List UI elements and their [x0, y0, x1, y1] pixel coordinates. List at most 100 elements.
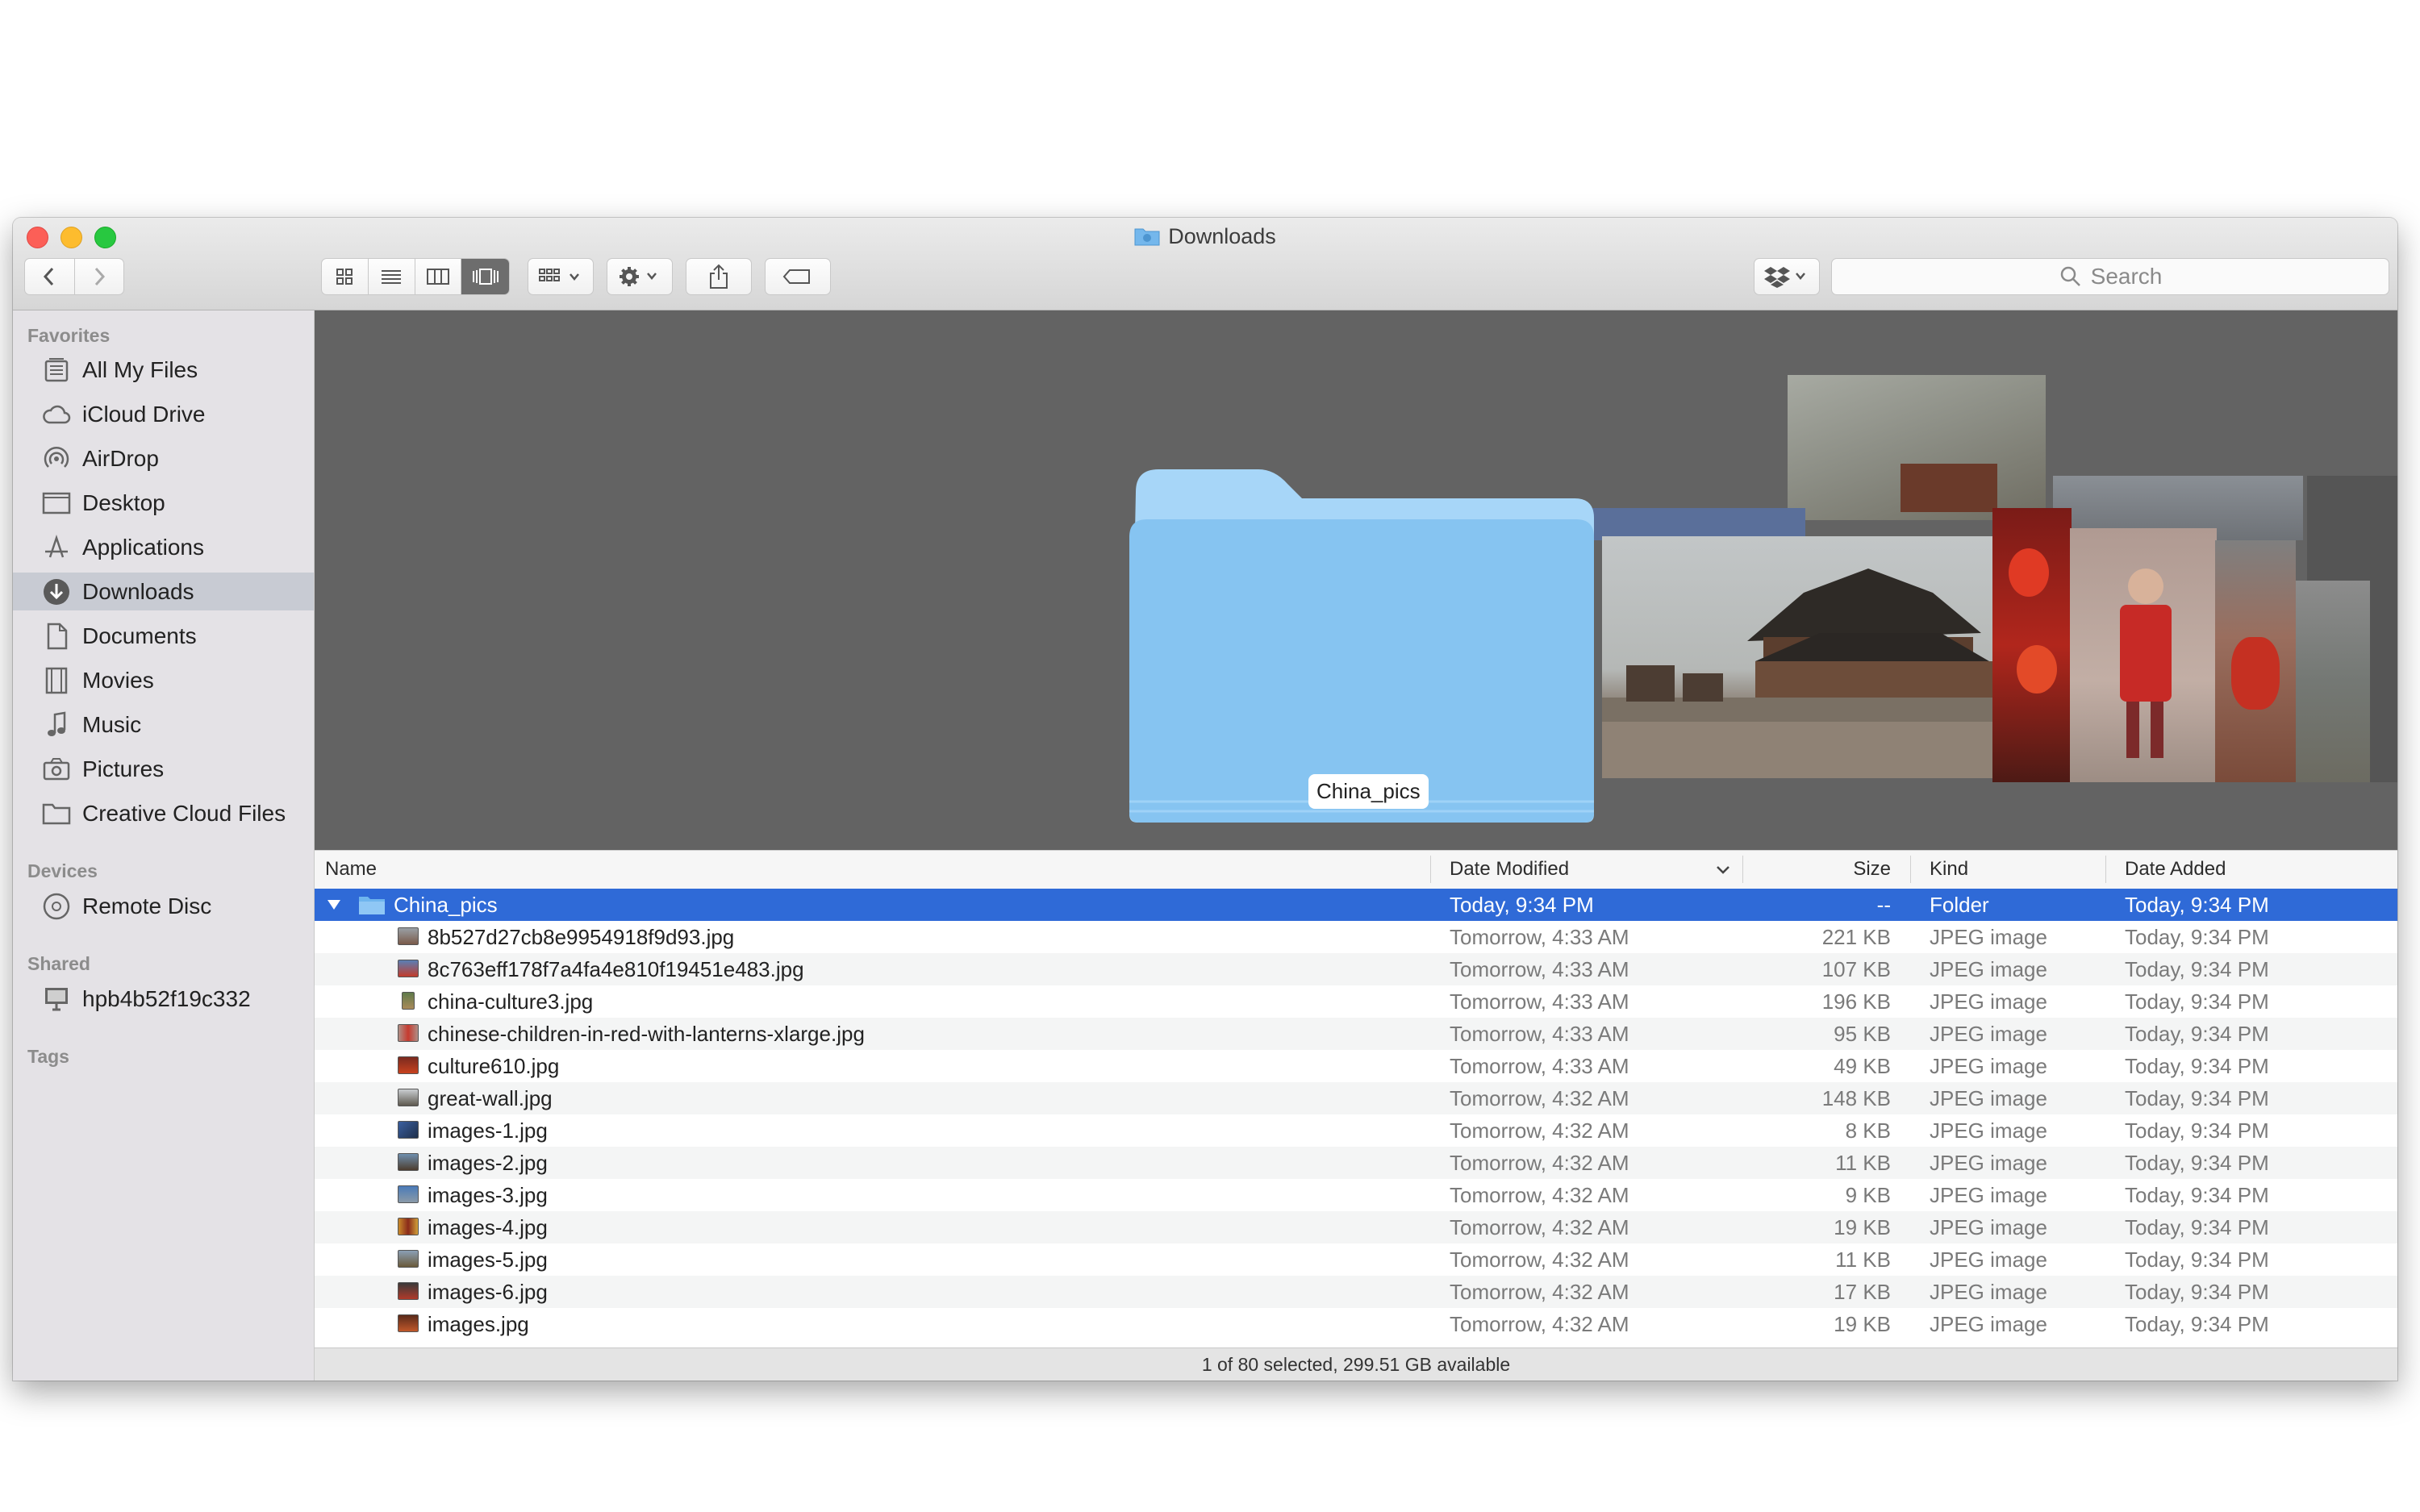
- file-size: 196 KB: [1821, 989, 1891, 1014]
- icon-view-button[interactable]: [322, 259, 369, 294]
- cover-photo-girl-in-red[interactable]: [2070, 528, 2217, 782]
- date-added: Today, 9:34 PM: [2125, 1086, 2269, 1110]
- file-name: China_pics: [394, 893, 498, 917]
- file-kind: JPEG image: [1930, 1086, 2047, 1110]
- file-kind: JPEG image: [1930, 925, 2047, 949]
- image-thumbnail-icon: [398, 960, 419, 977]
- sidebar-item-movies[interactable]: Movies: [13, 661, 314, 699]
- file-size: 19 KB: [1834, 1312, 1891, 1336]
- image-thumbnail-icon: [398, 1056, 419, 1074]
- table-row[interactable]: china-culture3.jpg Tomorrow, 4:33 AM 196…: [315, 985, 2397, 1018]
- date-modified: Tomorrow, 4:32 AM: [1450, 1183, 1629, 1207]
- file-name: 8c763eff178f7a4fa4e810f19451e483.jpg: [428, 957, 804, 981]
- film-icon: [40, 664, 73, 697]
- sidebar-item-pictures[interactable]: Pictures: [13, 750, 314, 788]
- sidebar-item-creative-cloud-files[interactable]: Creative Cloud Files: [13, 794, 314, 832]
- file-size: 17 KB: [1834, 1280, 1891, 1304]
- column-divider[interactable]: [2105, 856, 2106, 883]
- share-icon: [710, 264, 728, 289]
- table-row[interactable]: 8c763eff178f7a4fa4e810f19451e483.jpg Tom…: [315, 953, 2397, 985]
- date-modified: Tomorrow, 4:32 AM: [1450, 1151, 1629, 1175]
- disclosure-triangle-icon[interactable]: [326, 898, 342, 911]
- sidebar-item-desktop[interactable]: Desktop: [13, 484, 314, 522]
- list-view-button[interactable]: [369, 259, 415, 294]
- column-divider[interactable]: [1910, 856, 1911, 883]
- date-modified: Tomorrow, 4:32 AM: [1450, 1312, 1629, 1336]
- column-divider[interactable]: [1430, 856, 1431, 883]
- gear-icon: [620, 267, 657, 286]
- file-kind: JPEG image: [1930, 1312, 2047, 1336]
- cover-photo-cliff[interactable]: [1788, 375, 2046, 520]
- sidebar-item-shared-computer[interactable]: hpb4b52f19c332: [13, 980, 314, 1018]
- date-added: Today, 9:34 PM: [2125, 1183, 2269, 1207]
- dropbox-button[interactable]: [1754, 258, 1820, 295]
- date-added: Today, 9:34 PM: [2125, 1118, 2269, 1143]
- table-row[interactable]: images-3.jpg Tomorrow, 4:32 AM 9 KB JPEG…: [315, 1179, 2397, 1211]
- file-size: 9 KB: [1845, 1183, 1891, 1207]
- forward-button[interactable]: [75, 259, 124, 294]
- date-added: Today, 9:34 PM: [2125, 957, 2269, 981]
- column-view-button[interactable]: [415, 259, 462, 294]
- sidebar-item-all-my-files[interactable]: All My Files: [13, 351, 314, 389]
- file-name: images-2.jpg: [428, 1151, 548, 1175]
- action-menu-button[interactable]: [607, 258, 673, 295]
- icon-view-icon: [336, 269, 353, 285]
- table-row[interactable]: images-5.jpg Tomorrow, 4:32 AM 11 KB JPE…: [315, 1243, 2397, 1276]
- cover-photo-blue[interactable]: [1563, 508, 1805, 540]
- cover-photo-street[interactable]: [2215, 540, 2296, 782]
- tag-icon: [782, 269, 810, 284]
- folder-icon: [40, 798, 73, 830]
- column-name[interactable]: Name: [325, 858, 377, 881]
- file-name: great-wall.jpg: [428, 1086, 553, 1110]
- file-size: --: [1876, 893, 1891, 917]
- back-button[interactable]: [25, 259, 75, 294]
- desktop-icon: [40, 487, 73, 519]
- table-row[interactable]: images-4.jpg Tomorrow, 4:32 AM 19 KB JPE…: [315, 1211, 2397, 1243]
- image-thumbnail-icon: [398, 1314, 419, 1332]
- sidebar-item-downloads[interactable]: Downloads: [13, 573, 314, 610]
- shared-heading: Shared: [27, 953, 90, 974]
- cover-flow-caption: China_pics: [1308, 774, 1429, 809]
- table-row[interactable]: great-wall.jpg Tomorrow, 4:32 AM 148 KB …: [315, 1082, 2397, 1114]
- edit-tags-button[interactable]: [765, 258, 831, 295]
- search-icon: [2060, 266, 2080, 286]
- sidebar-item-airdrop[interactable]: AirDrop: [13, 439, 314, 477]
- cover-photo-lanterns[interactable]: [1992, 508, 2072, 782]
- back-chevron-icon: [44, 267, 54, 286]
- table-row[interactable]: China_pics Today, 9:34 PM -- Folder Toda…: [315, 889, 2397, 921]
- date-added: Today, 9:34 PM: [2125, 1054, 2269, 1078]
- column-date-modified[interactable]: Date Modified: [1450, 858, 1569, 881]
- arrange-button[interactable]: [528, 258, 594, 295]
- date-modified: Tomorrow, 4:32 AM: [1450, 1215, 1629, 1239]
- sidebar-item-remote-disc[interactable]: Remote Disc: [13, 887, 314, 925]
- sort-descending-icon[interactable]: [1715, 864, 1731, 876]
- column-divider[interactable]: [1742, 856, 1743, 883]
- cover-flow-view-button[interactable]: [461, 259, 509, 294]
- share-button[interactable]: [686, 258, 752, 295]
- table-row[interactable]: 8b527d27cb8e9954918f9d93.jpg Tomorrow, 4…: [315, 921, 2397, 953]
- airdrop-icon: [40, 443, 73, 475]
- cover-photo-wall-distant[interactable]: [2296, 581, 2370, 782]
- sidebar-item-documents[interactable]: Documents: [13, 617, 314, 655]
- table-row[interactable]: images-6.jpg Tomorrow, 4:32 AM 17 KB JPE…: [315, 1276, 2397, 1308]
- search-field[interactable]: Search: [1831, 258, 2389, 295]
- table-row[interactable]: images-1.jpg Tomorrow, 4:32 AM 8 KB JPEG…: [315, 1114, 2397, 1147]
- sidebar-item-music[interactable]: Music: [13, 706, 314, 744]
- table-row[interactable]: chinese-children-in-red-with-lanterns-xl…: [315, 1018, 2397, 1050]
- monitor-icon: [40, 983, 73, 1015]
- column-size[interactable]: Size: [1786, 858, 1891, 881]
- file-name: images-6.jpg: [428, 1280, 548, 1304]
- table-row[interactable]: images-2.jpg Tomorrow, 4:32 AM 11 KB JPE…: [315, 1147, 2397, 1179]
- column-kind[interactable]: Kind: [1930, 858, 1968, 881]
- file-kind: JPEG image: [1930, 1280, 2047, 1304]
- column-date-added[interactable]: Date Added: [2125, 858, 2226, 881]
- cover-photo-great-wall[interactable]: [1602, 536, 1994, 778]
- date-added: Today, 9:34 PM: [2125, 1022, 2269, 1046]
- china-pics-folder-icon[interactable]: [1129, 460, 1594, 823]
- sidebar: Favorites All My Files iCloud Drive AirD…: [13, 310, 315, 1381]
- image-thumbnail-icon: [398, 1153, 419, 1171]
- sidebar-item-icloud-drive[interactable]: iCloud Drive: [13, 395, 314, 433]
- sidebar-item-applications[interactable]: Applications: [13, 528, 314, 566]
- table-row[interactable]: culture610.jpg Tomorrow, 4:33 AM 49 KB J…: [315, 1050, 2397, 1082]
- table-row[interactable]: images.jpg Tomorrow, 4:32 AM 19 KB JPEG …: [315, 1308, 2397, 1340]
